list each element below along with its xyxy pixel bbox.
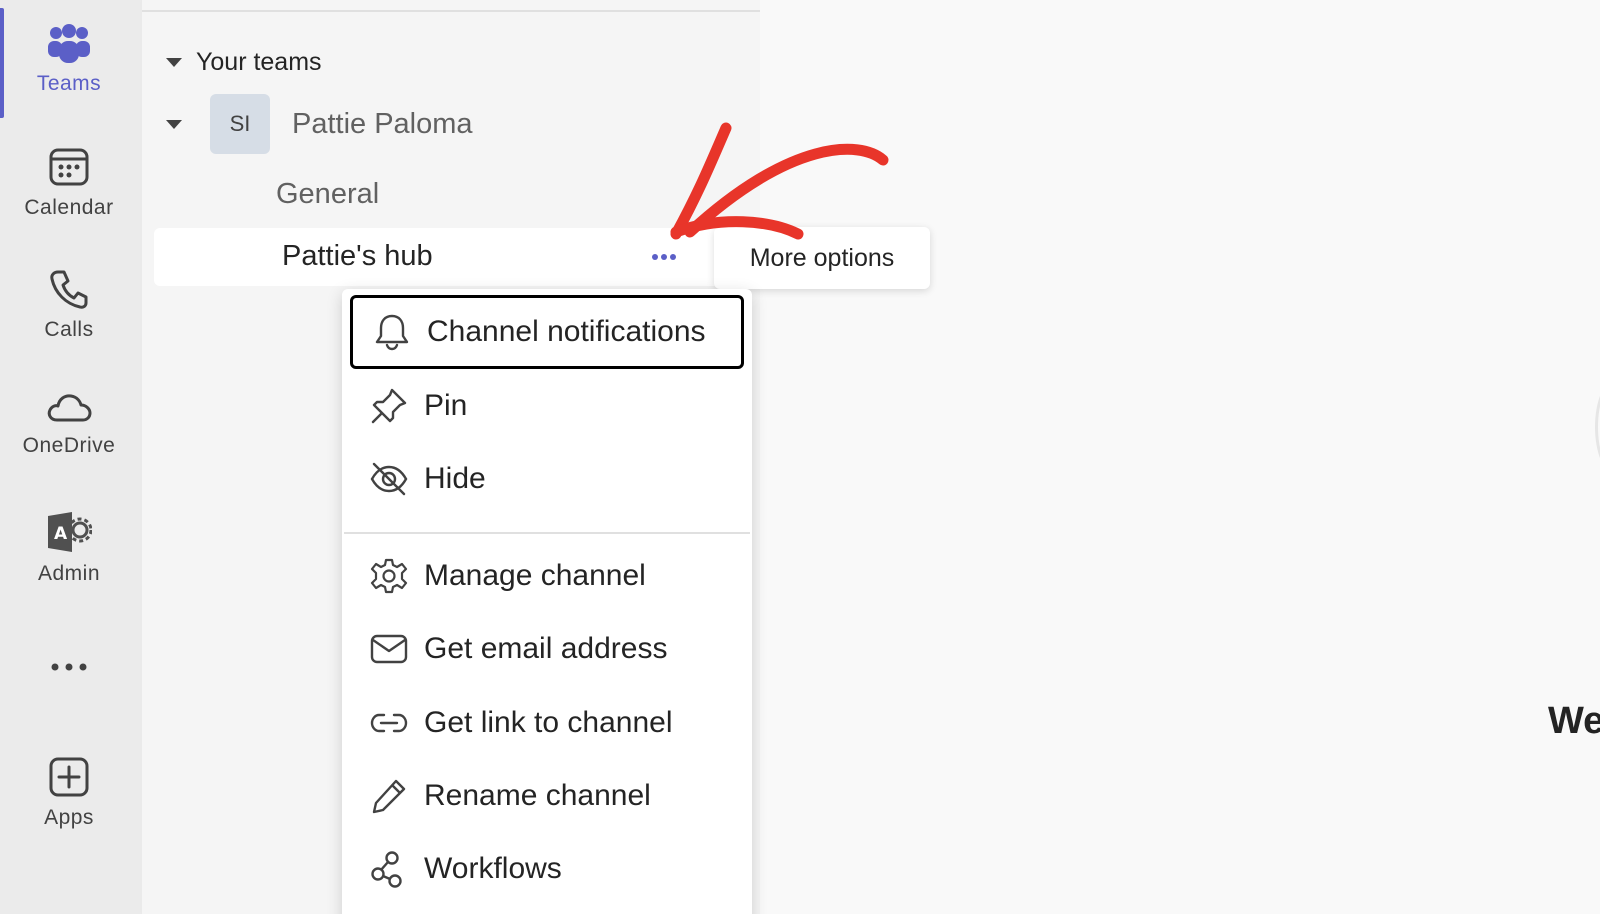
chevron-down-icon: [166, 119, 182, 129]
menu-item-label: Pin: [424, 389, 468, 422]
phone-icon: [48, 268, 90, 310]
menu-item-hide[interactable]: Hide: [350, 442, 744, 516]
dot: [670, 254, 676, 260]
menu-item-label: Workflows: [424, 852, 562, 885]
menu-item-label: Get email address: [424, 632, 668, 665]
menu-item-channel-notifications[interactable]: Channel notifications: [350, 295, 744, 369]
menu-item-workflows[interactable]: Workflows: [350, 832, 744, 906]
team-name: Pattie Paloma: [292, 107, 473, 140]
bell-icon: [371, 311, 413, 353]
mail-icon: [368, 628, 410, 670]
menu-item-manage-channel[interactable]: Manage channel: [350, 539, 744, 613]
menu-item-label: Hide: [424, 462, 486, 495]
rail-label: Teams: [36, 72, 102, 95]
rail-item-onedrive[interactable]: OneDrive: [0, 390, 138, 458]
menu-item-label: Channel notifications: [427, 315, 706, 348]
rail-label: OneDrive: [22, 434, 116, 457]
rail-label: Calendar: [24, 196, 114, 219]
menu-divider: [344, 532, 750, 534]
rail-label: Calls: [44, 318, 94, 341]
your-teams-header[interactable]: Your teams: [166, 48, 322, 77]
rail-item-teams[interactable]: Teams: [0, 24, 138, 96]
partial-graphic: [1595, 380, 1600, 474]
chevron-down-icon: [166, 58, 182, 67]
dot: [652, 254, 658, 260]
menu-item-label: Manage channel: [424, 559, 646, 592]
svg-text:A: A: [54, 524, 68, 544]
app-rail: Teams Calendar Calls OneDrive A Admin Ap…: [0, 0, 142, 914]
rail-item-admin[interactable]: A Admin: [0, 510, 138, 586]
channel-general[interactable]: General: [276, 178, 379, 211]
menu-item-label: Get link to channel: [424, 706, 673, 739]
dot: [661, 254, 667, 260]
more-options-tooltip: More options: [714, 227, 930, 289]
rail-item-more[interactable]: [0, 662, 138, 672]
team-item-pattie-paloma[interactable]: SI Pattie Paloma: [166, 94, 473, 154]
welcome-heading: We: [1548, 700, 1600, 742]
menu-item-label: Rename channel: [424, 779, 651, 812]
more-options-button[interactable]: [644, 242, 684, 272]
link-icon: [368, 702, 410, 744]
cloud-icon: [45, 390, 93, 426]
menu-item-pin[interactable]: Pin: [350, 369, 744, 443]
rail-item-calls[interactable]: Calls: [0, 268, 138, 342]
pencil-icon: [368, 775, 410, 817]
more-icon: [49, 662, 89, 672]
teams-icon: [46, 24, 92, 64]
divider: [142, 10, 760, 12]
channel-context-menu: Channel notifications Pin Hide Manage ch…: [342, 289, 752, 914]
rail-item-apps[interactable]: Apps: [0, 756, 138, 830]
menu-item-get-link-to-channel[interactable]: Get link to channel: [350, 686, 744, 760]
admin-icon: A: [46, 510, 92, 554]
add-app-icon: [48, 756, 90, 798]
workflows-icon: [368, 848, 410, 890]
main-content: We: [760, 0, 1600, 914]
menu-item-get-email-address[interactable]: Get email address: [350, 612, 744, 686]
section-title: Your teams: [196, 48, 322, 76]
gear-icon: [368, 555, 410, 597]
calendar-icon: [48, 146, 90, 188]
rail-label: Admin: [37, 562, 101, 585]
channel-row-patties-hub[interactable]: Pattie's hub: [154, 228, 744, 286]
channel-name: Pattie's hub: [282, 240, 433, 272]
rail-item-calendar[interactable]: Calendar: [0, 146, 138, 220]
pin-icon: [368, 385, 410, 427]
menu-item-rename-channel[interactable]: Rename channel: [350, 759, 744, 833]
rail-label: Apps: [44, 806, 94, 829]
team-avatar: SI: [210, 94, 270, 154]
eye-off-icon: [368, 458, 410, 500]
tooltip-text: More options: [749, 243, 895, 272]
